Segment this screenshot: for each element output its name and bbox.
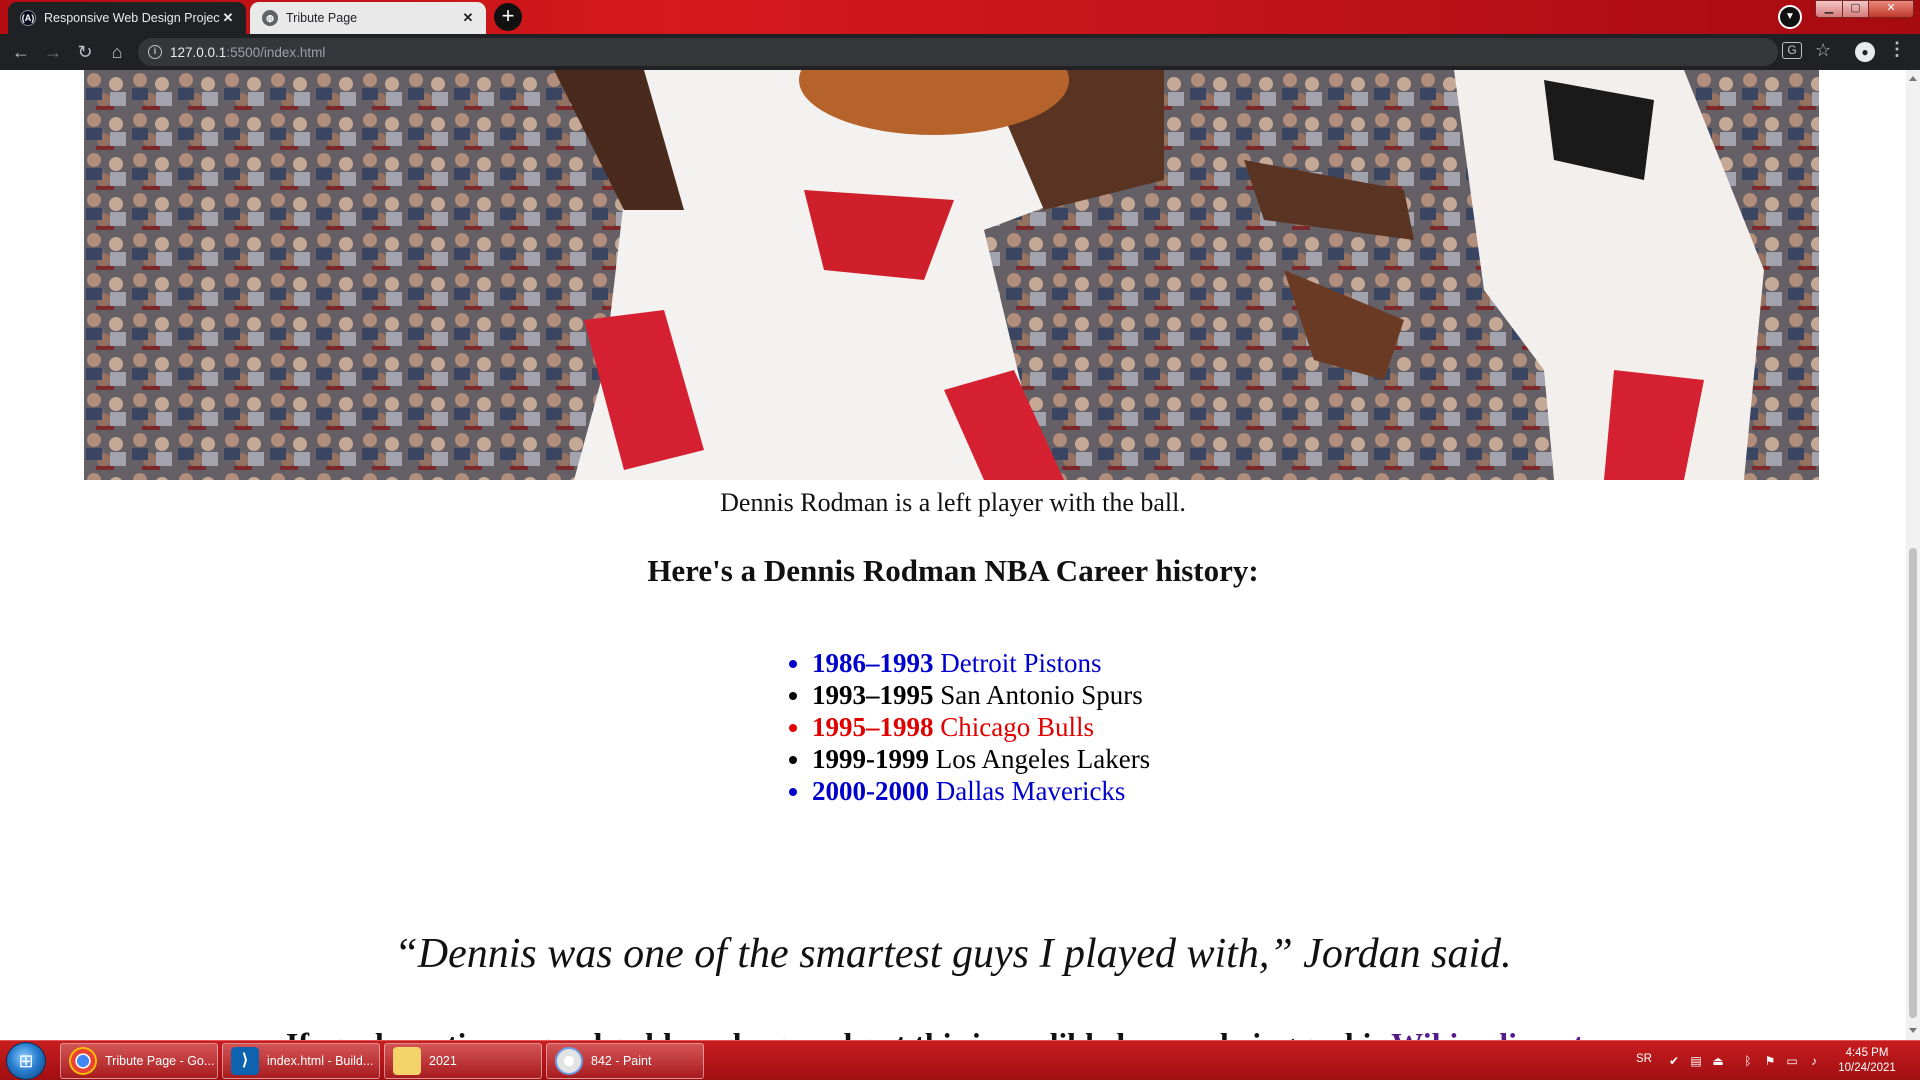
action-center-flag-icon[interactable]: ⚑ xyxy=(1762,1053,1778,1069)
taskbar-item-chrome[interactable]: Tribute Page - Go... xyxy=(60,1043,218,1079)
clock-time: 4:45 PM xyxy=(1845,1047,1889,1059)
taskbar-item-label: index.html - Build... xyxy=(267,1054,374,1068)
taskbar-item-paint[interactable]: 842 - Paint xyxy=(546,1043,704,1079)
clock-date: 10/24/2021 xyxy=(1838,1062,1896,1074)
address-bar[interactable]: i 127.0.0.1:5500/index.html xyxy=(138,38,1778,66)
career-years: 1986–1993 xyxy=(812,648,934,678)
footer-text: If you have time, you should read more a… xyxy=(0,1026,1906,1040)
close-icon[interactable]: ✕ xyxy=(460,10,476,26)
career-item: 1993–1995 San Antonio Spurs xyxy=(812,679,1150,711)
language-indicator[interactable]: SR xyxy=(1636,1053,1652,1065)
url-path: :5500/index.html xyxy=(226,44,326,60)
chrome-icon xyxy=(69,1047,97,1075)
career-list: 1986–1993 Detroit Pistons 1993–1995 San … xyxy=(812,647,1150,807)
usb-icon[interactable]: ⏏ xyxy=(1710,1053,1726,1069)
scroll-thumb[interactable] xyxy=(1909,548,1917,1018)
career-years: 1993–1995 xyxy=(812,680,934,710)
bookmark-star-icon[interactable]: ☆ xyxy=(1815,40,1831,61)
reload-icon[interactable]: ↻ xyxy=(73,40,97,64)
taskbar-item-folder[interactable]: 2021 xyxy=(384,1043,542,1079)
bluetooth-icon[interactable]: ᛒ xyxy=(1740,1053,1756,1069)
jordan-quote: “Dennis was one of the smartest guys I p… xyxy=(394,931,1512,977)
wikipedia-link[interactable]: Wikipedia entry xyxy=(1391,1026,1612,1040)
tab-search-icon[interactable]: ▼ xyxy=(1778,5,1802,29)
career-history-heading: Here's a Dennis Rodman NBA Career histor… xyxy=(647,553,1259,588)
vscode-icon: ⟩ xyxy=(231,1047,259,1075)
start-button[interactable]: ⊞ xyxy=(6,1042,46,1080)
tab-responsive-web-design[interactable]: (A) Responsive Web Design Projects ✕ xyxy=(8,2,246,34)
career-item: 2000-2000 Dallas Mavericks xyxy=(812,775,1150,807)
maximize-button[interactable]: ▢ xyxy=(1842,0,1869,18)
back-arrow-icon[interactable]: ← xyxy=(9,40,33,64)
paint-icon xyxy=(555,1047,583,1075)
browser-toolbar: ← → ↻ ⌂ i 127.0.0.1:5500/index.html G ☆ … xyxy=(0,34,1920,70)
page-viewport: Dennis Rodman is a left player with the … xyxy=(0,70,1906,1040)
scroll-up-arrow-icon[interactable] xyxy=(1909,76,1917,81)
taskbar-item-label: 842 - Paint xyxy=(591,1054,652,1068)
taskbar-item-label: Tribute Page - Go... xyxy=(105,1054,215,1068)
taskbar-item-label: 2021 xyxy=(429,1054,457,1068)
taskbar-item-vscode[interactable]: ⟩ index.html - Build... xyxy=(222,1043,380,1079)
career-team: Chicago Bulls xyxy=(940,712,1094,742)
system-clock[interactable]: 4:45 PM 10/24/2021 xyxy=(1832,1046,1902,1076)
career-team: Los Angeles Lakers xyxy=(935,744,1151,774)
career-team: Detroit Pistons xyxy=(940,648,1102,678)
translate-icon[interactable]: G xyxy=(1782,42,1802,59)
windows-taskbar: ⊞ Tribute Page - Go... ⟩ index.html - Bu… xyxy=(0,1040,1920,1080)
tab-tribute-page[interactable]: ◍ Tribute Page ✕ xyxy=(250,2,486,34)
tab-title: Tribute Page xyxy=(286,11,358,25)
tab-strip: (A) Responsive Web Design Projects ✕ ◍ T… xyxy=(0,0,1920,34)
career-item: 1986–1993 Detroit Pistons xyxy=(812,647,1150,679)
globe-icon: ◍ xyxy=(262,10,278,26)
network-icon[interactable]: ▤ xyxy=(1688,1053,1704,1069)
display-icon[interactable]: ▭ xyxy=(1784,1053,1800,1069)
image-caption: Dennis Rodman is a left player with the … xyxy=(720,488,1186,517)
volume-icon[interactable]: ♪ xyxy=(1806,1053,1822,1069)
info-icon[interactable]: i xyxy=(148,45,162,59)
close-icon[interactable]: ✕ xyxy=(220,10,236,26)
minimize-button[interactable]: ▁ xyxy=(1815,0,1843,18)
career-years: 2000-2000 xyxy=(812,776,929,806)
security-shield-icon[interactable]: ✔ xyxy=(1666,1053,1682,1069)
career-years: 1999-1999 xyxy=(812,744,929,774)
kebab-menu-icon[interactable]: ⋮ xyxy=(1888,39,1906,60)
career-item: 1999-1999 Los Angeles Lakers xyxy=(812,743,1150,775)
scroll-down-arrow-icon[interactable] xyxy=(1909,1028,1917,1033)
career-team: Dallas Mavericks xyxy=(935,776,1126,806)
footer-prefix: If you have time, you should read more a… xyxy=(286,1026,1391,1040)
footer-suffix: . xyxy=(1612,1026,1620,1040)
close-window-button[interactable]: ✕ xyxy=(1868,0,1914,18)
career-item: 1995–1998 Chicago Bulls xyxy=(812,711,1150,743)
career-years: 1995–1998 xyxy=(812,712,934,742)
new-tab-button[interactable]: + xyxy=(494,3,522,31)
dennis-rodman-photo xyxy=(84,70,1819,480)
tab-title: Responsive Web Design Projects xyxy=(44,11,220,25)
url-host: 127.0.0.1 xyxy=(170,44,227,60)
forward-arrow-icon[interactable]: → xyxy=(41,40,65,64)
career-team: San Antonio Spurs xyxy=(940,680,1143,710)
account-icon[interactable]: ● xyxy=(1855,42,1875,62)
folder-icon xyxy=(393,1047,421,1075)
home-icon[interactable]: ⌂ xyxy=(105,40,129,64)
freecodecamp-icon: (A) xyxy=(20,10,36,26)
page-scrollbar[interactable] xyxy=(1906,70,1920,1040)
